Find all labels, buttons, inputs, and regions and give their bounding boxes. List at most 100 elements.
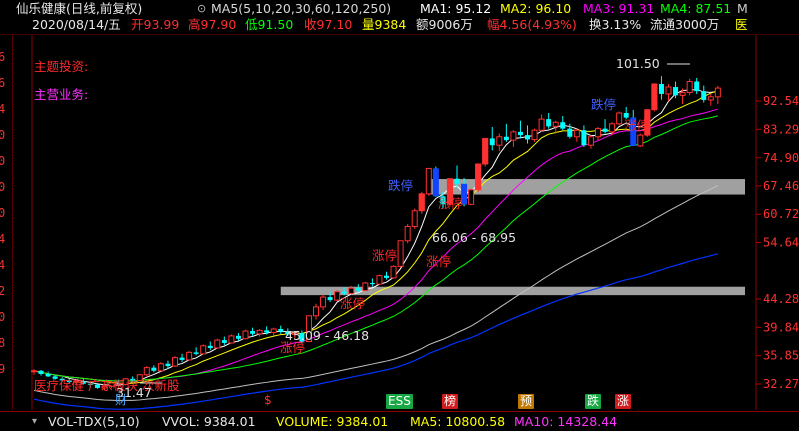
candle-body — [489, 138, 495, 146]
quote-amount: 额9006万 — [416, 17, 473, 32]
vol-ma5-value: MA5: 10800.58 — [410, 414, 506, 429]
candle-body — [313, 306, 319, 317]
price-tick-label: 39.84 — [763, 320, 799, 334]
indicator-name[interactable]: VOL-TDX(5,10) — [48, 413, 140, 430]
candle-body — [567, 128, 573, 137]
candle-body — [320, 296, 327, 308]
candle-body — [207, 345, 213, 348]
indicator-settings-icon[interactable]: ▾ — [32, 413, 37, 430]
candle-body — [531, 129, 538, 140]
candle-body — [525, 135, 530, 140]
candle-body — [341, 291, 347, 294]
price-tick-label: 32.27 — [763, 377, 799, 391]
candle-body — [157, 363, 164, 372]
event-limit-down-icon[interactable]: 跌 — [585, 394, 602, 409]
ma-more: M — [737, 1, 748, 16]
limit-up-candle — [475, 163, 482, 190]
band-range-upper: 66.06 - 68.95 — [432, 230, 517, 245]
left-edge-number: 0 — [0, 180, 6, 194]
candle-body — [686, 81, 693, 94]
price-tick-label: 74.90 — [763, 151, 799, 165]
stock-title[interactable]: 仙乐健康(日线,前复权) — [16, 1, 142, 17]
candle-body — [390, 265, 397, 279]
candle-body — [573, 129, 580, 138]
event-ranking-icon[interactable]: 榜 — [442, 394, 459, 409]
quote-date: 2020/08/14/五 — [32, 17, 121, 32]
event-financial-icon[interactable]: 财 — [113, 393, 129, 408]
limit-up-label: 涨停 — [426, 254, 452, 269]
candle-body — [454, 178, 460, 184]
ma-settings-icon[interactable]: ⊙ — [197, 1, 206, 17]
vvol-value: VVOL: 9384.01 — [162, 414, 256, 429]
limit-up-candle — [651, 83, 658, 110]
candle-body — [143, 367, 150, 376]
candle-body — [348, 287, 355, 294]
candle-body — [172, 357, 178, 367]
volume-value: VOLUME: 9384.01 — [276, 414, 389, 429]
ma3-value: MA3: 91.31 — [583, 1, 655, 16]
candle-body — [701, 91, 707, 100]
stock-chart-window: 32.27 35.85 39.84 44.28 54.64 60.72 67.46 74.90… — [0, 0, 799, 431]
left-edge-number: 4 — [0, 232, 6, 246]
business-label[interactable]: 主营业务: — [34, 87, 88, 103]
candle-body — [658, 83, 664, 94]
candlestick-chart[interactable]: 32.27 35.85 39.84 44.28 54.64 60.72 67.46 74.90… — [0, 0, 799, 410]
left-edge-number: 4 — [0, 102, 6, 116]
price-tick-label: 60.72 — [763, 207, 799, 221]
candle-body — [552, 121, 559, 127]
candle-body — [503, 136, 509, 141]
event-limit-up-icon[interactable]: 涨 — [615, 394, 632, 409]
candle-body — [510, 131, 517, 141]
candle-body — [384, 275, 389, 278]
left-edge-number: 0 — [0, 206, 6, 220]
price-tick-label: 35.85 — [763, 349, 799, 363]
left-edge-number: 8 — [0, 336, 6, 350]
candle-body — [602, 128, 608, 132]
candle-body — [362, 282, 369, 292]
candle-body — [31, 370, 37, 373]
candle-body — [270, 328, 277, 333]
quote-high: 高97.90 — [188, 17, 237, 32]
candle-body — [200, 345, 207, 355]
candle-body — [581, 130, 587, 146]
quote-low: 低91.50 — [245, 17, 294, 32]
event-ess-icon[interactable]: ESS — [386, 394, 413, 409]
candle-body — [679, 92, 686, 96]
vol-ma10-value: MA10: 14328.44 — [514, 414, 618, 429]
quote-float: 流通3000万 — [650, 17, 720, 32]
candle-body — [425, 167, 432, 195]
left-edge-number: 0 — [0, 154, 6, 168]
candle-body — [616, 112, 623, 125]
volume-indicator-bar: ▾ VOL-TDX(5,10) VVOL: 9384.01 VOLUME: 93… — [0, 411, 799, 431]
left-edge-number: 2 — [0, 284, 6, 298]
theme-label[interactable]: 主题投资: — [34, 59, 88, 75]
limit-up-candle — [418, 193, 425, 211]
sector-tags[interactable]: 医疗保健 广东板块 次新股 — [34, 378, 179, 394]
limit-up-label: 涨停 — [340, 296, 366, 311]
quote-close: 收97.10 — [304, 17, 353, 32]
left-edge-number: 0 — [0, 128, 6, 142]
candle-body — [45, 373, 51, 377]
candle-body — [637, 134, 644, 147]
candle-body — [517, 131, 523, 136]
ma20-line — [33, 108, 718, 382]
event-dollar-icon[interactable]: $ — [262, 393, 274, 408]
candle-body — [38, 370, 44, 374]
candle-body — [228, 335, 235, 344]
event-forecast-icon[interactable]: 预 — [518, 394, 535, 409]
limit-up-label: 涨停 — [280, 340, 306, 355]
candle-body — [355, 288, 361, 291]
ma-params[interactable]: MA5(5,10,20,30,60,120,250) — [211, 1, 391, 17]
limit-up-candle — [482, 138, 489, 164]
candle-body — [623, 112, 629, 118]
ma4-value: MA4: 87.51 — [660, 1, 732, 16]
candle-body — [242, 330, 249, 340]
ma5-line — [33, 88, 718, 386]
candle-body — [707, 96, 714, 101]
left-edge-number: 4 — [0, 258, 6, 272]
candle-body — [376, 275, 383, 285]
price-tick-label: 92.54 — [763, 94, 799, 108]
quote-open: 开93.99 — [131, 17, 180, 32]
candle-body — [256, 329, 263, 335]
limit-down-label: 跌停 — [388, 178, 414, 193]
